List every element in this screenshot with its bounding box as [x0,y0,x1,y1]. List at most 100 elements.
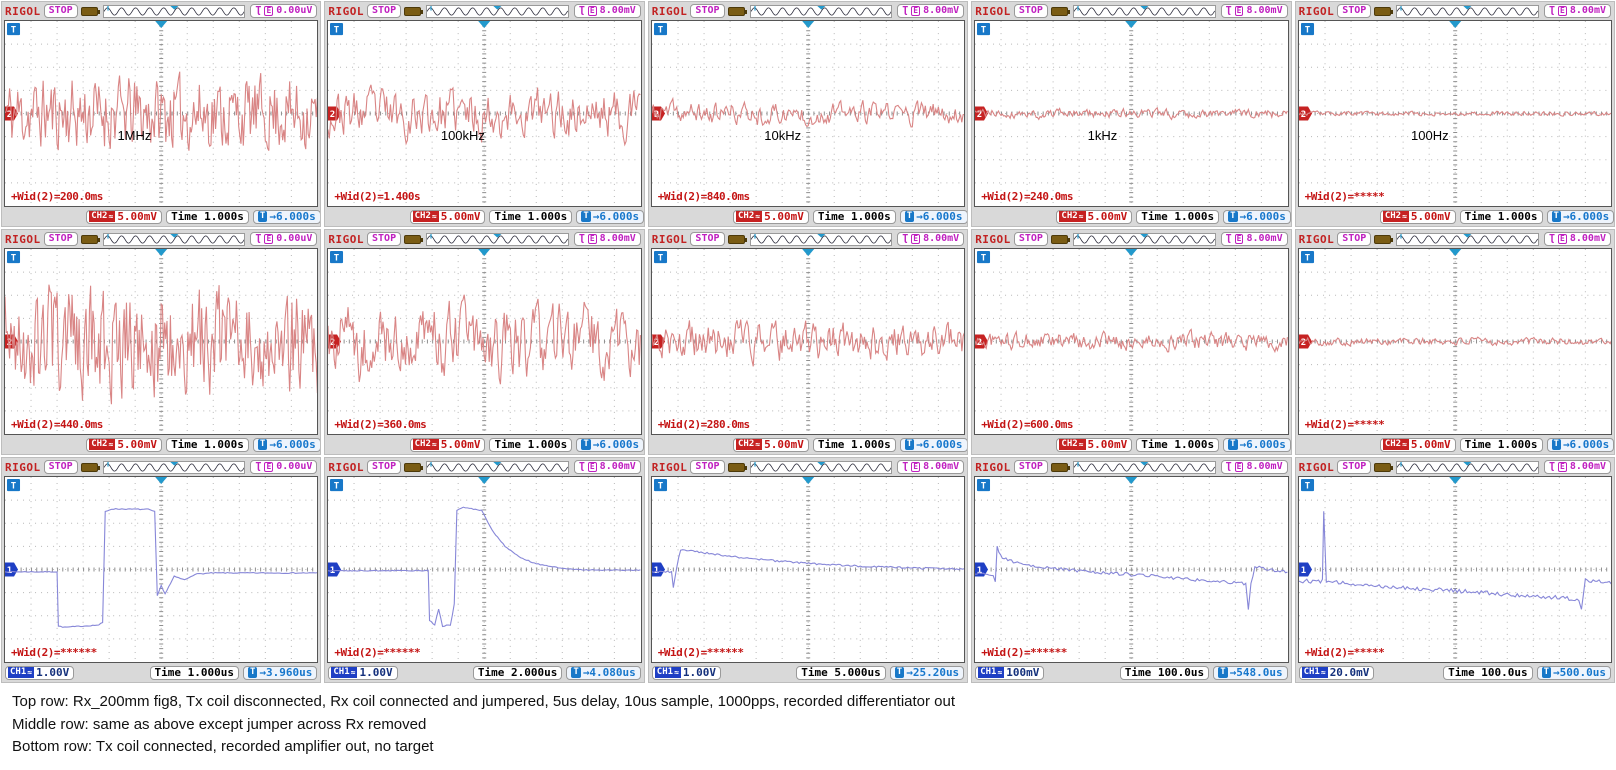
trigger-readout: Ʈ E 8.00mV [897,460,965,474]
preview-waveform-icon [750,461,892,472]
trigger-level-value: 8.00mV [923,5,960,16]
waveform-preview-strip [1072,4,1216,18]
scope-header: RIGOL STOP Ʈ E 8.00mV [649,2,967,20]
waveform-preview-strip [1396,4,1539,18]
scope-footer: CH2 ≈5.00mV Time 1.000s T →6.000s [972,207,1291,226]
scope-footer: CH1 ≈100mV Time 100.0us T →548.0us [972,663,1290,682]
channel-scale-readout: CH2 ≈5.00mV [409,209,486,224]
channel-scale-value: 5.00mV [1087,437,1128,451]
svg-text:T: T [11,482,17,492]
waveform-preview-strip [102,4,246,18]
pulse-width-measurement: +Wid(2)=840.0ms [657,190,750,203]
pulse-width-measurement: +Wid(2)=440.0ms [11,418,103,431]
channel-scale-value: 20.0mV [1329,665,1370,679]
trigger-offset-readout: T →6.000s [576,209,644,224]
trigger-slope-icon: Ʈ [255,461,262,472]
channel-badge: CH1 ≈ [1301,667,1328,678]
preview-waveform-icon [1073,233,1215,244]
preview-waveform-icon [1073,461,1215,472]
trigger-slope-icon: Ʈ [902,233,909,244]
svg-text:T: T [334,26,340,36]
trigger-slope-icon: Ʈ [1549,5,1556,16]
preview-waveform-icon [1397,461,1538,472]
channel-badge: CH2 ≈ [736,439,763,450]
channel-scale-value: 5.00mV [764,437,804,451]
timebase-readout: Time 1.000s [1459,437,1543,452]
timebase-readout: Time 100.0us [1119,665,1210,680]
trigger-offset-readout: T →6.000s [899,209,968,224]
battery-icon [80,234,100,244]
trigger-offset-value: →4.080us [582,665,636,679]
channel-badge: CH2 ≈ [1382,439,1409,450]
scope-panel-r2c2: RIGOL STOP Ʈ E 8.00mV T2 +Wid(2)=360.0ms C… [324,229,645,455]
rigol-logo: RIGOL [5,4,41,18]
coupling-icon: ≈ [1078,440,1084,449]
svg-text:T: T [981,482,987,492]
edge-trigger-icon: E [587,6,597,16]
coupling-icon: ≈ [431,440,437,449]
scope-header: RIGOL STOP Ʈ E 8.00mV [325,2,643,20]
trigger-readout: Ʈ E 0.00uV [250,4,318,18]
scope-footer: CH2 ≈5.00mV Time 1.000s T →6.000s [325,207,644,226]
waveform-plot: T2 [975,249,1288,434]
scope-panel-r2c4: RIGOL STOP Ʈ E 8.00mV T2 +Wid(2)=600.0ms C… [971,229,1292,455]
coupling-icon: ≈ [674,668,679,677]
trigger-offset-readout: T →6.000s [252,209,321,224]
trigger-offset-readout: T →6.000s [1546,437,1614,452]
svg-text:1: 1 [1300,566,1305,576]
channel-badge: CH1 ≈ [8,667,35,678]
preview-waveform-icon [103,5,245,16]
scope-panel-r1c3: RIGOL STOP Ʈ E 8.00mV T2 10kHz +Wid(2)=840… [647,1,969,227]
channel-scale-value: 5.00mV [1410,437,1451,451]
edge-trigger-icon: E [911,462,921,472]
trigger-position-icon: T [904,439,915,450]
channel-scale-readout: CH2 ≈5.00mV [409,437,486,452]
channel-scale-readout: CH1 ≈100mV [975,665,1045,680]
trigger-offset-value: →6.000s [1562,437,1610,451]
trigger-readout: Ʈ E 8.00mV [573,232,641,246]
channel-scale-value: 100mV [1006,665,1040,679]
coupling-icon: ≈ [755,212,761,221]
rigol-logo: RIGOL [328,232,365,246]
waveform-plot: T2 [651,21,965,206]
rigol-logo: RIGOL [1298,460,1335,474]
channel-scale-readout: CH2 ≈5.00mV [1379,209,1456,224]
scope-header: RIGOL STOP Ʈ E 0.00uV [2,230,320,248]
scope-montage-page: RIGOL STOP Ʈ E 0.00uV T2 1MHz +Wid(2)=200.… [0,0,1616,770]
preview-waveform-icon [750,233,892,244]
channel-scale-readout: CH2 ≈5.00mV [1056,209,1133,224]
scope-footer: CH2 ≈5.00mV Time 1.000s T →6.000s [649,207,968,226]
channel-badge: CH1 ≈ [978,667,1005,678]
figure-caption: Top row: Rx_200mm fig8, Tx coil disconne… [0,684,1616,759]
trigger-slope-icon: Ʈ [255,233,262,244]
channel-scale-readout: CH1 ≈20.0mV [1298,665,1375,680]
trigger-level-value: 0.00uV [276,5,313,16]
caption-line-bottom-row: Bottom row: Tx coil connected, recorded … [12,738,434,755]
waveform-plot: T1 [1298,477,1611,662]
scope-footer: CH2 ≈5.00mV Time 1.000s T →6.000s [2,435,321,454]
coupling-icon: ≈ [1402,212,1407,221]
run-state-badge: STOP [1013,460,1048,474]
graticule-screen: T2 +Wid(2)=600.0ms [974,248,1289,435]
channel-badge: CH2 ≈ [1382,211,1409,222]
preview-waveform-icon [750,5,892,16]
waveform-plot: T2 [1298,21,1611,206]
pulse-width-measurement: +Wid(2)=***** [1304,190,1385,203]
waveform-preview-strip [426,460,569,474]
trigger-readout: Ʈ E 8.00mV [573,4,641,18]
trigger-offset-readout: T →6.000s [1223,209,1291,224]
rigol-logo: RIGOL [5,232,41,246]
trigger-readout: Ʈ E 8.00mV [1220,4,1288,18]
coupling-icon: ≈ [27,668,33,677]
trigger-position-icon: T [1551,439,1561,450]
waveform-preview-strip [426,4,569,18]
edge-trigger-icon: E [1234,462,1244,472]
rigol-logo: RIGOL [975,232,1011,246]
rigol-logo: RIGOL [975,460,1011,474]
trigger-slope-icon: Ʈ [1549,461,1556,472]
trigger-offset-readout: T →6.000s [252,437,321,452]
svg-text:T: T [11,254,17,264]
trigger-level-value: 8.00mV [599,233,636,244]
battery-icon [80,462,100,472]
channel-badge: CH2 ≈ [89,439,116,450]
